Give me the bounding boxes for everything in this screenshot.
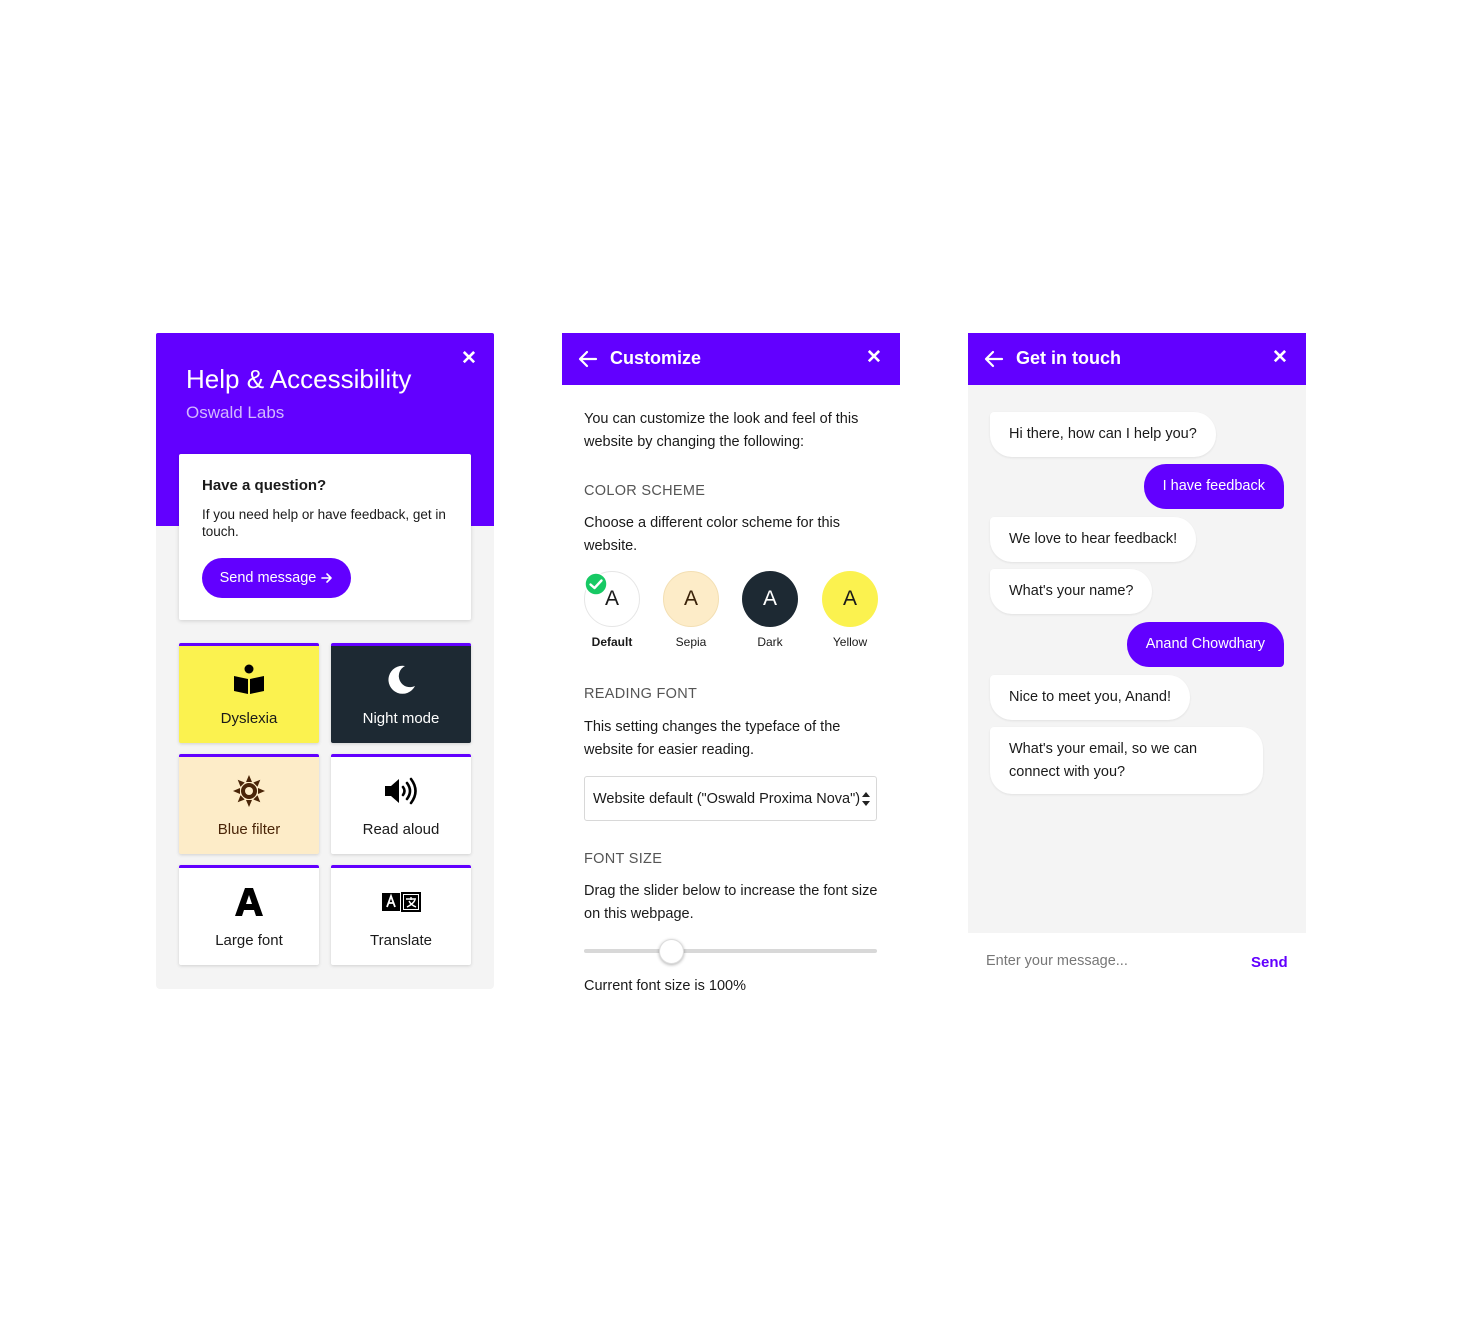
arrow-right-icon [321, 573, 333, 583]
help-subtitle: Oswald Labs [186, 403, 285, 422]
question-title: Have a question? [202, 477, 327, 494]
chat-message-user: I have feedback [1143, 464, 1284, 509]
scheme-label: Yellow [832, 635, 868, 649]
speaker-icon [383, 774, 419, 808]
font-size-readout: Current font size is 100% [584, 978, 746, 990]
font-size-slider-handle[interactable] [659, 939, 684, 964]
scheme-swatch: A [742, 571, 798, 627]
chat-messages: Hi there, how can I help you? I have fee… [968, 385, 1306, 933]
send-button[interactable]: Send [1251, 954, 1288, 971]
close-icon[interactable]: ✕ [866, 346, 882, 369]
close-icon[interactable]: ✕ [1272, 346, 1288, 369]
translate-icon [381, 885, 421, 919]
customize-title: Customize [610, 348, 702, 368]
reading-person-icon [233, 663, 265, 697]
tile-label: Translate [370, 932, 432, 949]
chat-message-bot: Hi there, how can I help you? [990, 412, 1216, 457]
send-message-button[interactable]: Send message [202, 558, 351, 598]
reading-font-select[interactable]: Website default ("Oswald Proxima Nova") [584, 776, 877, 821]
tile-night-mode[interactable]: Night mode [331, 643, 471, 743]
chat-message-user: Anand Chowdhary [1126, 622, 1284, 667]
chat-message-bot: Nice to meet you, Anand! [990, 675, 1191, 720]
tile-label: Read aloud [362, 821, 440, 838]
reading-font-description: This setting changes the typeface of the… [584, 719, 841, 758]
help-accessibility-panel: Help & Accessibility Oswald Labs ✕ Have … [156, 333, 494, 989]
scheme-option-default[interactable]: A Default [584, 571, 640, 649]
tile-label: Blue filter [217, 821, 281, 838]
moon-icon [385, 663, 417, 697]
close-icon[interactable]: ✕ [461, 347, 477, 370]
customize-panel: Customize ✕ You can customize the look a… [562, 333, 900, 990]
tile-label: Night mode [362, 710, 440, 727]
font-size-heading: FONT SIZE [584, 851, 663, 867]
help-title: Help & Accessibility [186, 364, 412, 394]
chat-message-bot: What's your email, so we can connect wit… [990, 727, 1263, 794]
scheme-option-sepia[interactable]: A Sepia [663, 571, 719, 649]
font-size-slider-track[interactable] [584, 949, 877, 953]
scheme-swatch: A [663, 571, 719, 627]
select-arrows-icon [862, 792, 870, 806]
reading-font-value: Website default ("Oswald Proxima Nova") [593, 790, 861, 807]
chat-panel: Get in touch ✕ Hi there, how can I help … [968, 333, 1306, 993]
scheme-option-dark[interactable]: A Dark [742, 571, 798, 649]
tile-blue-filter[interactable]: Blue filter [179, 754, 319, 854]
send-message-label: Send message [219, 570, 317, 586]
scheme-label: Sepia [675, 635, 707, 649]
customize-header: Customize ✕ [562, 333, 900, 385]
tile-label: Dyslexia [220, 710, 278, 727]
scheme-label: Default [591, 635, 633, 649]
checkmark-icon [584, 572, 608, 596]
customize-intro: You can customize the look and feel of t… [584, 411, 859, 450]
message-input[interactable] [986, 953, 1216, 969]
chat-message-bot: We love to hear feedback! [990, 517, 1197, 562]
chat-header: Get in touch ✕ [968, 333, 1306, 385]
scheme-swatch: A [822, 571, 878, 627]
chat-title: Get in touch [1016, 348, 1121, 368]
tile-dyslexia[interactable]: Dyslexia [179, 643, 319, 743]
back-arrow-icon[interactable] [984, 349, 1004, 369]
sun-icon [232, 774, 266, 808]
tile-label: Large font [215, 932, 283, 949]
letter-a-icon [234, 885, 264, 919]
tile-read-aloud[interactable]: Read aloud [331, 754, 471, 854]
scheme-label: Dark [757, 635, 783, 649]
question-body: If you need help or have feedback, get i… [202, 507, 446, 539]
color-scheme-heading: COLOR SCHEME [584, 483, 706, 499]
scheme-option-yellow[interactable]: A Yellow [822, 571, 878, 649]
font-size-description: Drag the slider below to increase the fo… [584, 883, 878, 922]
reading-font-heading: READING FONT [584, 686, 698, 702]
chat-message-bot: What's your name? [990, 569, 1153, 614]
question-card: Have a question? If you need help or hav… [179, 454, 471, 620]
back-arrow-icon[interactable] [578, 349, 598, 369]
tile-translate[interactable]: Translate [331, 865, 471, 965]
tile-large-font[interactable]: Large font [179, 865, 319, 965]
color-scheme-description: Choose a different color scheme for this… [584, 515, 841, 554]
